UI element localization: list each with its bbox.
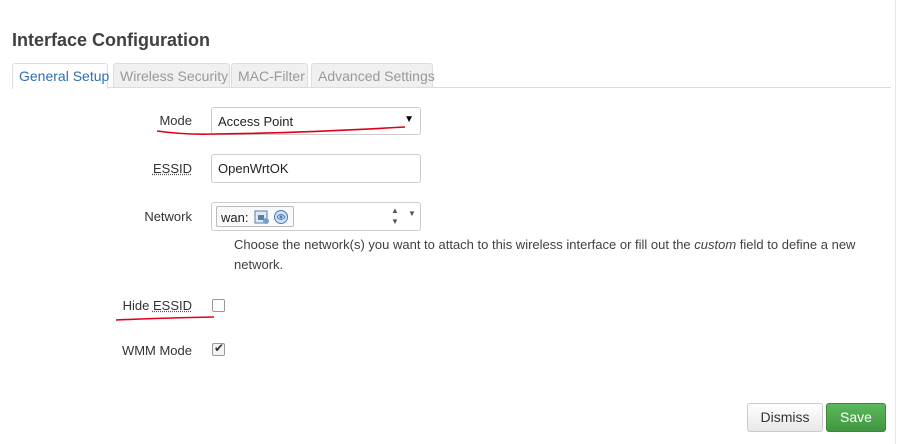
- caret-down-icon: ▼: [404, 114, 414, 125]
- dismiss-button[interactable]: Dismiss: [747, 403, 823, 432]
- network-stepper[interactable]: ▲ ▼: [388, 205, 402, 228]
- wireless-globe-icon: [274, 210, 288, 224]
- page-title: Interface Configuration: [12, 30, 211, 50]
- ethernet-port-icon: [254, 210, 269, 224]
- mode-label: Mode: [159, 113, 192, 128]
- essid-label: ESSID: [152, 161, 192, 176]
- mode-select-value: Access Point: [218, 114, 294, 129]
- network-chip-wan[interactable]: wan:: [216, 206, 294, 227]
- network-label: Network: [144, 209, 192, 224]
- right-divider: [895, 0, 896, 444]
- save-button[interactable]: Save: [826, 403, 886, 432]
- tab-wireless-security[interactable]: Wireless Security: [113, 63, 230, 87]
- wmm-mode-label: WMM Mode: [121, 343, 192, 358]
- network-chip-label: wan:: [221, 210, 249, 225]
- tab-general-setup[interactable]: General Setup: [12, 63, 109, 89]
- hide-essid-checkbox[interactable]: [212, 299, 225, 312]
- essid-input[interactable]: [211, 154, 421, 183]
- tab-advanced-settings[interactable]: Advanced Settings: [311, 63, 435, 87]
- network-picker[interactable]: wan: ▲ ▼ ▼: [211, 202, 421, 231]
- chevron-down-icon[interactable]: ▼: [408, 209, 416, 218]
- hide-essid-label: Hide ESSID: [122, 298, 192, 313]
- network-help-text: Choose the network(s) you want to attach…: [234, 237, 856, 272]
- hide-essid-underline-annotation: [115, 316, 215, 321]
- checkmark-icon: ✔: [214, 341, 225, 355]
- mode-select[interactable]: Access Point ▼: [211, 107, 421, 135]
- wmm-mode-checkbox[interactable]: ✔: [212, 341, 225, 356]
- tab-mac-filter[interactable]: MAC-Filter: [231, 63, 308, 87]
